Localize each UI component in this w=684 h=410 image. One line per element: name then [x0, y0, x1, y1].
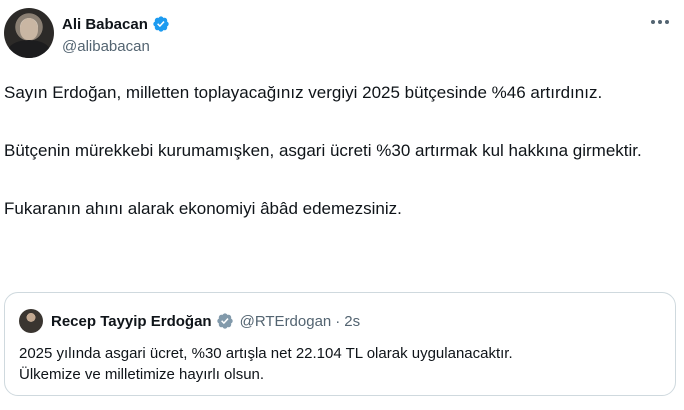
quoted-tweet-header: Recep Tayyip Erdoğan @RTErdogan · 2s — [19, 309, 360, 333]
author-display-name[interactable]: Ali Babacan — [62, 16, 148, 33]
more-dot — [665, 20, 669, 24]
quoted-line: 2025 yılında asgari ücret, %30 artışla n… — [19, 345, 513, 362]
quoted-tweet[interactable]: Recep Tayyip Erdoğan @RTErdogan · 2s 202… — [4, 292, 676, 396]
tweet-header: Ali Babacan @alibabacan — [4, 8, 680, 64]
quoted-line: Ülkemize ve milletimize hayırlı olsun. — [19, 366, 265, 383]
quoted-tweet-text: 2025 yılında asgari ücret, %30 artışla n… — [19, 343, 659, 385]
tweet-paragraph: Sayın Erdoğan, milletten toplayacağınız … — [4, 83, 603, 102]
tweet-paragraph: Fukaranın ahını alarak ekonomiyi âbâd ed… — [4, 199, 402, 218]
tweet-card: Ali Babacan @alibabacan Sayın Erdoğan, m… — [0, 0, 684, 410]
tweet-paragraph: Bütçenin mürekkebi kurumamışken, asgari … — [4, 141, 642, 160]
tweet-text: Sayın Erdoğan, milletten toplayacağınız … — [4, 80, 676, 222]
avatar-face — [20, 18, 38, 40]
quoted-timestamp[interactable]: 2s — [344, 313, 360, 330]
more-dot — [658, 20, 662, 24]
quoted-author-name: Recep Tayyip Erdoğan — [51, 312, 212, 330]
more-dot — [651, 20, 655, 24]
author-handle[interactable]: @alibabacan — [62, 38, 150, 55]
verified-badge-icon — [153, 16, 169, 32]
avatar-shoulders — [8, 40, 50, 58]
quoted-separator: · — [335, 312, 341, 330]
author-name-row: Ali Babacan — [62, 14, 170, 34]
verified-badge-icon — [216, 313, 233, 329]
avatar[interactable] — [4, 8, 54, 58]
quoted-avatar — [19, 309, 43, 333]
quoted-author-handle: @RTErdogan — [239, 312, 332, 330]
more-options-icon[interactable] — [648, 12, 672, 32]
